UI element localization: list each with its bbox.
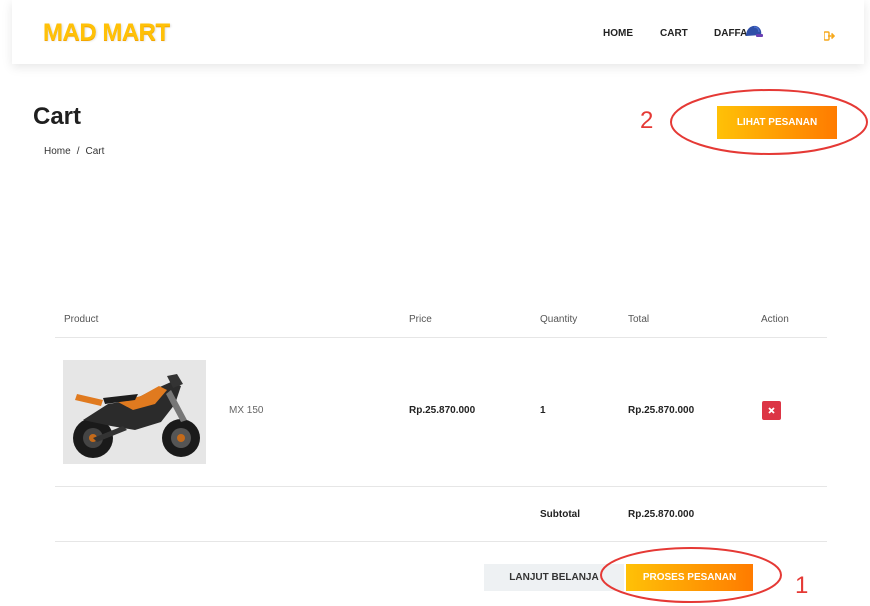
header-divider xyxy=(55,337,827,338)
product-image xyxy=(63,360,206,464)
logout-icon[interactable] xyxy=(823,28,836,46)
page-title: Cart xyxy=(33,103,82,130)
brand-logo[interactable]: MAD MART xyxy=(43,19,170,47)
user-avatar-icon[interactable] xyxy=(744,24,764,43)
subtotal-value: Rp.25.870.000 xyxy=(628,509,695,520)
column-header-price: Price xyxy=(409,314,432,325)
row-divider xyxy=(55,486,827,487)
product-total: Rp.25.870.000 xyxy=(628,405,695,416)
nav-link-cart[interactable]: CART xyxy=(660,28,688,39)
column-header-action: Action xyxy=(761,314,789,325)
continue-shopping-button[interactable]: LANJUT BELANJA xyxy=(484,564,624,591)
product-name: MX 150 xyxy=(229,405,264,416)
subtotal-label: Subtotal xyxy=(540,509,580,520)
nav-link-home[interactable]: HOME xyxy=(603,28,633,39)
top-navbar: MAD MART HOME CART DAFFA xyxy=(12,0,864,64)
view-orders-button[interactable]: LIHAT PESANAN xyxy=(717,106,837,139)
close-x-icon xyxy=(768,407,775,414)
breadcrumb: Home / Cart xyxy=(44,146,104,157)
breadcrumb-home[interactable]: Home xyxy=(44,146,71,157)
process-order-button[interactable]: PROSES PESANAN xyxy=(626,564,753,591)
annotation-number-1: 1 xyxy=(795,572,809,599)
column-header-quantity: Quantity xyxy=(540,314,578,325)
annotation-number-2: 2 xyxy=(640,107,654,134)
remove-item-button[interactable] xyxy=(762,401,781,420)
product-quantity[interactable]: 1 xyxy=(540,405,546,416)
nav-user-name[interactable]: DAFFA xyxy=(714,28,747,39)
breadcrumb-separator: / xyxy=(76,146,80,157)
breadcrumb-current: Cart xyxy=(85,146,105,157)
column-header-total: Total xyxy=(628,314,650,325)
subtotal-divider xyxy=(55,541,827,542)
product-price: Rp.25.870.000 xyxy=(409,405,476,416)
column-header-product: Product xyxy=(64,314,99,325)
